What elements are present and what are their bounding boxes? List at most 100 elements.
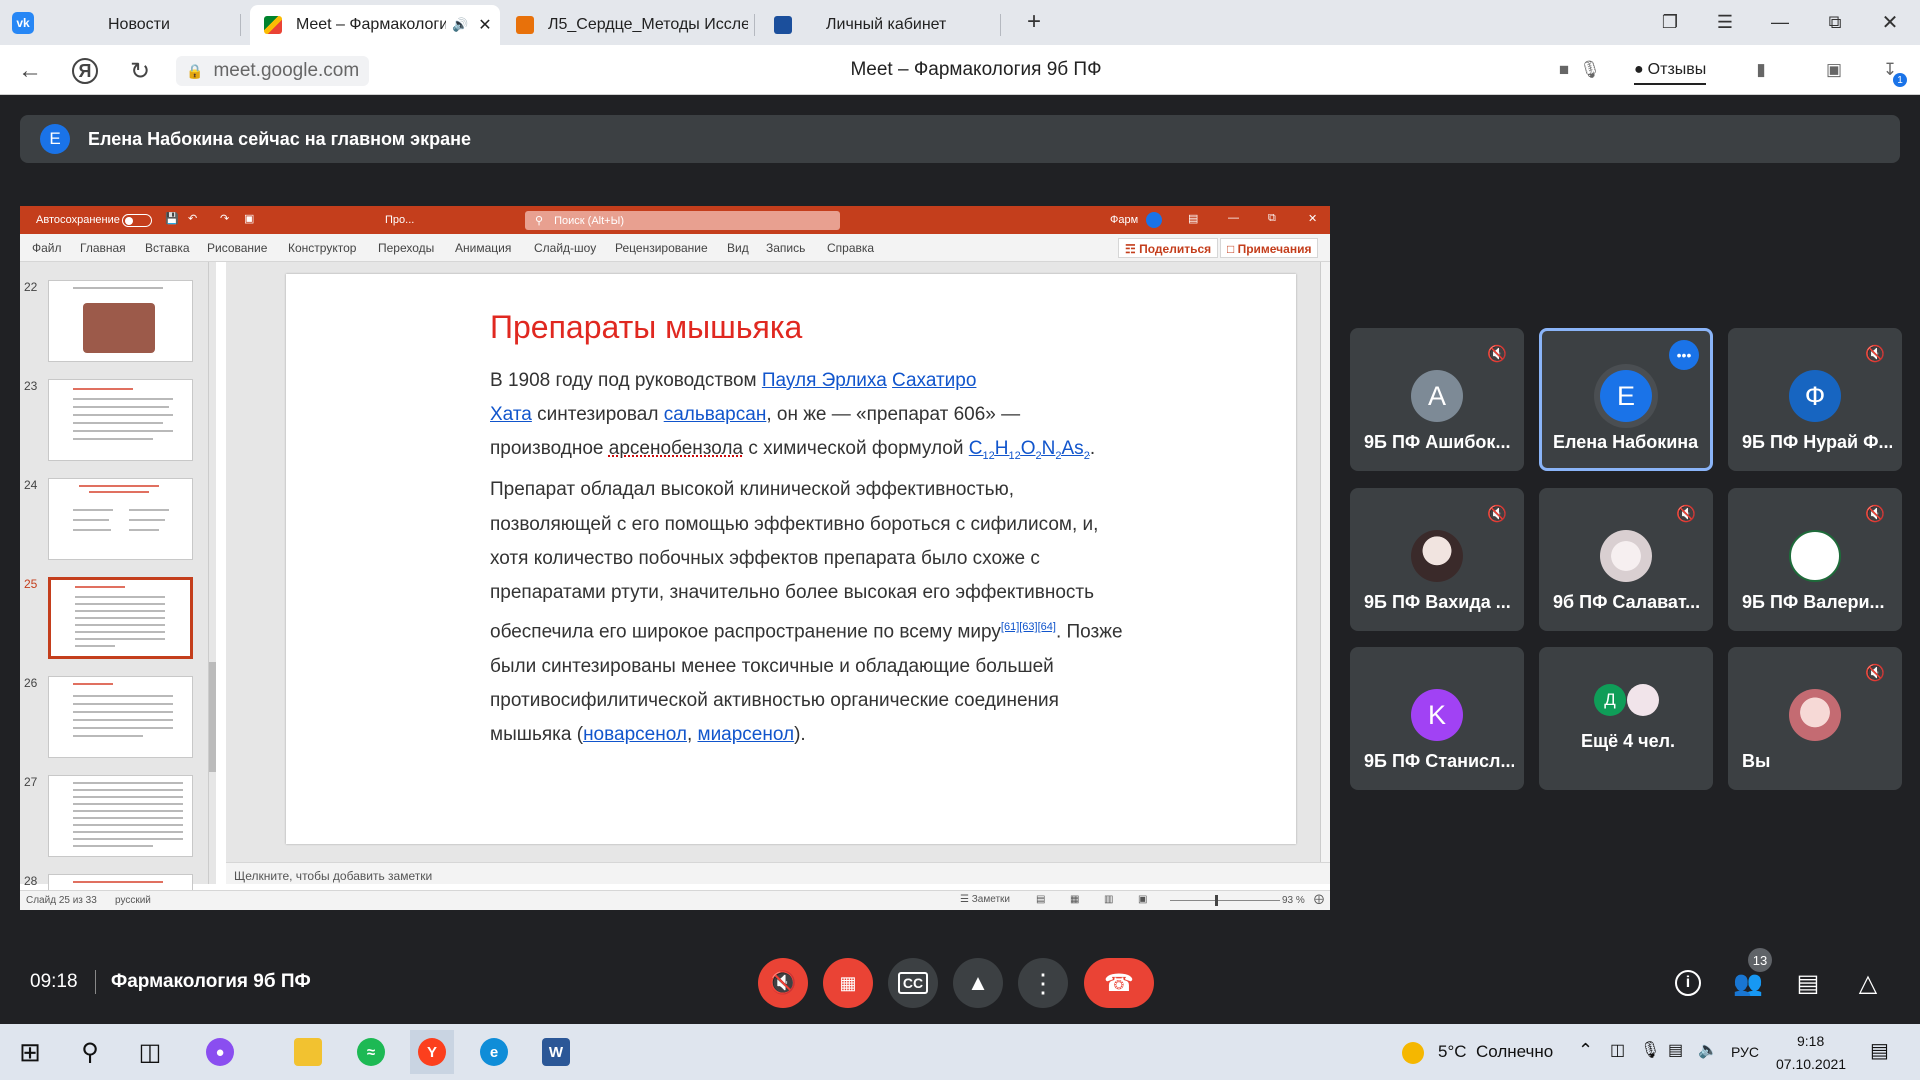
- slide-thumbnail[interactable]: [48, 478, 193, 560]
- captions-button[interactable]: CC: [888, 958, 938, 1008]
- info-icon[interactable]: i: [1670, 965, 1706, 1001]
- participant-tile[interactable]: A 9Б ПФ Ашибок... 🔇: [1350, 328, 1524, 471]
- ribbon-options-icon[interactable]: ▤: [1188, 212, 1198, 225]
- autosave-toggle[interactable]: [122, 214, 152, 227]
- chemical-formula[interactable]: C12H12O2N2As2: [969, 438, 1090, 462]
- slideshow-icon[interactable]: ▣: [1138, 894, 1147, 905]
- link-ehrlich[interactable]: Пауля Эрлиха: [762, 370, 887, 391]
- zoom-thumb[interactable]: [1215, 895, 1218, 906]
- microphone-icon[interactable]: 🎙: [1577, 57, 1603, 83]
- present-button[interactable]: ▲: [953, 958, 1003, 1008]
- activities-icon[interactable]: △: [1850, 965, 1886, 1001]
- slide-canvas[interactable]: Препараты мышьяка В 1908 году под руково…: [286, 274, 1296, 844]
- more-options-button[interactable]: •••: [1669, 340, 1699, 370]
- camera-off-button[interactable]: ▦: [823, 958, 873, 1008]
- tray-chevron-icon[interactable]: ⌃: [1578, 1040, 1593, 1061]
- close-window-icon[interactable]: ✕: [1870, 8, 1910, 36]
- yandex-browser-icon[interactable]: Y: [410, 1030, 454, 1074]
- link-salvarsan[interactable]: сальварсан: [664, 404, 767, 425]
- tab-review[interactable]: Рецензирование: [615, 241, 708, 255]
- notifications-icon[interactable]: ▤: [1870, 1038, 1889, 1063]
- microphone-off-button[interactable]: 🔇: [758, 958, 808, 1008]
- minimize-icon[interactable]: —: [1760, 8, 1800, 36]
- task-view-icon[interactable]: ◫: [128, 1030, 172, 1074]
- participant-tile[interactable]: Ф 9Б ПФ Нурай Ф... 🔇: [1728, 328, 1902, 471]
- link-neoarsphenamine[interactable]: новарсенол: [583, 724, 687, 745]
- tab-lecture[interactable]: Л5_Сердце_Методы Иссле: [502, 5, 752, 45]
- tab-draw[interactable]: Рисование: [207, 241, 267, 255]
- participant-tile[interactable]: 9Б ПФ Вахида ... 🔇: [1350, 488, 1524, 631]
- tab-design[interactable]: Конструктор: [288, 241, 356, 255]
- slide-thumbnail[interactable]: [48, 280, 193, 362]
- extensions-icon[interactable]: ▣: [1821, 57, 1847, 83]
- tab-home[interactable]: Главная: [80, 241, 126, 255]
- sorter-view-icon[interactable]: ▦: [1070, 894, 1079, 905]
- slide-thumbnail[interactable]: [48, 775, 193, 857]
- language-label[interactable]: русский: [115, 895, 151, 906]
- alice-icon[interactable]: ●: [198, 1030, 242, 1074]
- bookmark-icon[interactable]: ▮: [1748, 57, 1774, 83]
- clock-time[interactable]: 9:18: [1797, 1033, 1824, 1049]
- zoom-slider[interactable]: [1170, 900, 1280, 901]
- tab-slideshow[interactable]: Слайд-шоу: [534, 241, 596, 255]
- minimize-icon[interactable]: —: [1228, 212, 1239, 224]
- network-icon[interactable]: ◫: [1610, 1040, 1625, 1060]
- participant-tile[interactable]: 9б ПФ Салават... 🔇: [1539, 488, 1713, 631]
- feedback-button[interactable]: ● Отзывы: [1634, 57, 1707, 85]
- participant-tile[interactable]: 9Б ПФ Валери... 🔇: [1728, 488, 1902, 631]
- participant-tile-active[interactable]: E Елена Набокина •••: [1539, 328, 1713, 471]
- tab-transitions[interactable]: Переходы: [378, 241, 434, 255]
- save-icon[interactable]: 💾: [165, 212, 179, 225]
- chat-icon[interactable]: ▤: [1790, 965, 1826, 1001]
- search-icon[interactable]: ⚲: [68, 1030, 112, 1074]
- leave-call-button[interactable]: ☎: [1084, 958, 1154, 1008]
- weather-text[interactable]: 5°C Солнечно: [1438, 1042, 1553, 1062]
- undo-icon[interactable]: ↶: [188, 212, 197, 225]
- tab-view[interactable]: Вид: [727, 241, 749, 255]
- menu-icon[interactable]: ☰: [1705, 8, 1745, 36]
- comments-button[interactable]: □ Примечания: [1220, 238, 1319, 258]
- tab-record[interactable]: Запись: [766, 241, 805, 255]
- notes-pane[interactable]: Щелкните, чтобы добавить заметки: [226, 862, 1330, 884]
- camera-icon[interactable]: ■: [1551, 57, 1577, 83]
- tab-help[interactable]: Справка: [827, 241, 874, 255]
- collections-icon[interactable]: ❐: [1650, 8, 1690, 36]
- tab-meet[interactable]: Meet – Фармакологи 🔊 ✕: [250, 5, 500, 45]
- edge-icon[interactable]: e: [472, 1030, 516, 1074]
- search-box[interactable]: ⚲ Поиск (Alt+Ы): [525, 211, 840, 230]
- speaker-icon[interactable]: 🔊: [452, 17, 468, 33]
- participant-tile[interactable]: K 9Б ПФ Станисл...: [1350, 647, 1524, 790]
- link-myarsenol[interactable]: миарсенол: [698, 724, 795, 745]
- restore-icon[interactable]: ⧉: [1815, 8, 1855, 36]
- file-name[interactable]: Про...: [385, 214, 414, 226]
- tab-cabinet[interactable]: Личный кабинет: [760, 5, 1000, 45]
- link-hata[interactable]: Сахатиро: [892, 370, 976, 391]
- share-button[interactable]: ☶ Поделиться: [1118, 238, 1219, 258]
- scroll-thumb[interactable]: [209, 662, 216, 772]
- participant-tile-self[interactable]: Вы 🔇: [1728, 647, 1902, 790]
- more-options-button[interactable]: ⋮: [1018, 958, 1068, 1008]
- tab-news[interactable]: Новости: [78, 5, 238, 45]
- slide-thumbnail[interactable]: [48, 676, 193, 758]
- slide-thumbnail-selected[interactable]: [48, 577, 193, 659]
- close-tab-icon[interactable]: ✕: [478, 15, 491, 35]
- close-icon[interactable]: ✕: [1308, 212, 1317, 225]
- clock-date[interactable]: 07.10.2021: [1776, 1056, 1846, 1072]
- present-icon[interactable]: ▣: [244, 212, 254, 225]
- restore-icon[interactable]: ⧉: [1268, 212, 1276, 225]
- others-tile[interactable]: Д Ещё 4 чел.: [1539, 647, 1713, 790]
- tab-insert[interactable]: Вставка: [145, 241, 190, 255]
- references[interactable]: [61][63][64]: [1001, 621, 1056, 633]
- windows-start-icon[interactable]: ⊞: [8, 1030, 52, 1074]
- vk-icon[interactable]: vk: [12, 12, 34, 34]
- microphone-icon[interactable]: 🎙: [1640, 1040, 1660, 1060]
- slide-scrollbar[interactable]: [1320, 262, 1330, 862]
- reading-view-icon[interactable]: ▥: [1104, 894, 1113, 905]
- wifi-icon[interactable]: ▤: [1668, 1040, 1683, 1060]
- tab-file[interactable]: Файл: [32, 241, 62, 255]
- language-indicator[interactable]: РУС: [1731, 1044, 1759, 1060]
- notes-toggle[interactable]: ☰ Заметки: [960, 894, 1010, 905]
- weather-icon[interactable]: [1402, 1042, 1424, 1064]
- fit-icon[interactable]: ⨁: [1314, 894, 1324, 905]
- thumbnail-scrollbar[interactable]: [208, 262, 216, 884]
